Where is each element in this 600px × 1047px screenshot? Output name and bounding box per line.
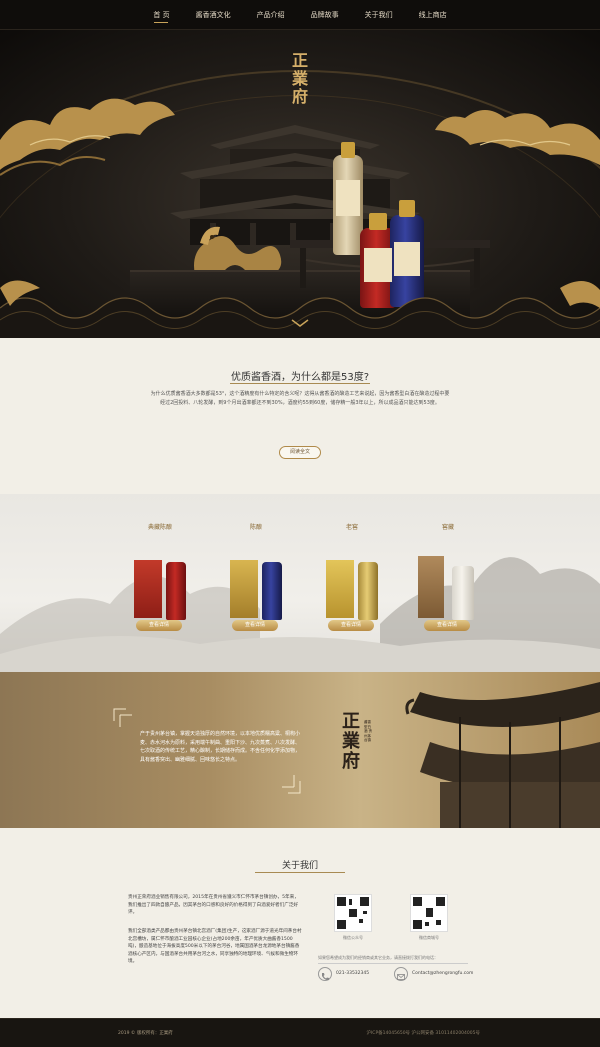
brand-logo-text: 正業府 [291,51,308,106]
product-name: 陈酿 [249,524,262,531]
nav-culture[interactable]: 酱香酒文化 [183,0,244,29]
hero-banner: 正業府 [0,30,600,338]
product-box [230,560,258,618]
product-detail-button[interactable]: 查看详情 [136,620,182,631]
bottle-blue-label [394,242,420,276]
phone-number[interactable]: 021-33532345 [336,971,369,976]
product-detail-button[interactable]: 查看详情 [328,620,374,631]
email-address[interactable]: Contact@zhengrongfu.com [412,971,473,976]
product-name: 窖藏 [441,524,454,531]
top-nav: 首 页 酱香酒文化 产品介绍 品牌故事 关于我们 线上商店 [0,0,600,30]
origin-logo-text: 正業府 [342,711,360,772]
bottle-red-cap [369,213,387,230]
brand-logo: 正業府 [284,52,316,112]
about-paragraph-1: 贵州正荣府酒业销售有限公司，2015年在贵州省遵义市仁怀市茅台镇创办，5年来，我… [128,895,299,916]
product-bottle [358,562,378,620]
product-box [134,560,162,618]
qr-code-icon [334,894,372,932]
about-paragraph-2: 我们全部酒类产品都由贵州茅台镇北宫酒厂(集团)生产，这家酒厂源于道光年间茅台村北… [128,929,302,965]
chevron-down-icon[interactable] [290,318,310,328]
product-detail-button[interactable]: 查看详情 [424,620,470,631]
nav-products[interactable]: 产品介绍 [244,0,298,29]
product-box [326,560,354,618]
read-more-button[interactable]: 阅读全文 [279,446,321,459]
product-card: 老窖 查看详情 [312,522,392,632]
product-bottle [166,562,186,620]
intro-body: 为什么优质酱香酒大多数都是53°，这个酒精度有什么特定的含义呢？这得从酱香酒的酿… [150,391,450,406]
nav-home[interactable]: 首 页 [140,0,182,29]
roof-illustration [405,682,600,828]
qr-label: 微信公众号 [343,935,363,940]
mountain-illustration [0,557,600,672]
nav-shop[interactable]: 线上商店 [406,0,460,29]
product-bottle [262,562,282,620]
product-bottle [452,566,474,620]
intro-title: 优质酱香酒，为什么都是53度? [230,372,370,383]
bottle-gold-label [336,180,360,216]
footer: 2019 © 版权所有：正業府 沪ICP备14045650号 沪公网安备 310… [0,1018,600,1047]
bottle-red-label [364,248,392,282]
product-card: 陈酿 查看详情 [216,522,296,632]
email-icon [394,967,408,981]
product-card: 窖藏 查看详情 [408,522,488,632]
contact-note: 如果您希望成为我们的经销商或其它业务，请直接拨打我们的电话： [318,955,438,960]
intro-section: 优质酱香酒，为什么都是53度? 为什么优质酱香酒大多数都是53°，这个酒精度有什… [0,338,600,494]
product-name: 典藏陈酿 [147,524,172,531]
about-section: 关于我们 贵州正荣府酒业销售有限公司，2015年在贵州省遵义市仁怀市茅台镇创办，… [0,828,600,1018]
divider [230,383,370,384]
cloud-right-icon [435,110,600,165]
product-box [418,556,444,618]
products-section: 典藏陈酿 查看详情 陈酿 查看详情 老窖 查看详情 窖藏 查看详情 [0,494,600,672]
qr-label: 微信商城号 [419,935,439,940]
divider [255,872,345,873]
origin-vertical-text: 酱香型白酒 贵州茅台镇 [364,720,373,742]
bottle-blue-cap [399,200,415,217]
divider [318,963,468,964]
wave-pattern [0,280,600,338]
phone-icon [318,967,332,981]
product-card: 典藏陈酿 查看详情 [120,522,200,632]
about-title: 关于我们 [281,861,318,871]
origin-text: 产于贵州茅台镇，掌握天造独厚的自然环境，以本地优质糯高粱、桐枸小麦、赤水河水为原… [140,731,301,763]
product-name: 老窖 [345,524,358,531]
qr-code-icon [410,894,448,932]
product-detail-button[interactable]: 查看详情 [232,620,278,631]
bottle-gold-cap [341,142,355,158]
footer-copyright: 2019 © 版权所有：正業府 [118,1031,173,1036]
nav-about[interactable]: 关于我们 [352,0,406,29]
nav-brand-story[interactable]: 品牌故事 [298,0,352,29]
origin-section: 产于贵州茅台镇，掌握天造独厚的自然环境，以本地优质糯高粱、桐枸小麦、赤水河水为原… [0,672,600,828]
origin-logo: 正業府 [342,712,382,782]
footer-icp: 沪ICP备14045650号 沪公网安备 31011402004005号 [366,1031,480,1036]
